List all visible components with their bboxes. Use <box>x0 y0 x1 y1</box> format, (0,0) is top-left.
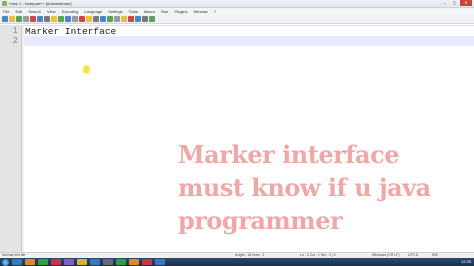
menu-item-plugins[interactable]: Plugins <box>174 8 187 15</box>
taskbar: 12:26 <box>0 258 474 266</box>
toolbar-button-icon[interactable] <box>9 16 15 22</box>
notepad-plus-plus-icon <box>2 1 7 6</box>
caption-line: Marker interface <box>178 140 399 169</box>
taskbar-app-icon[interactable] <box>103 259 113 265</box>
menu-item-search[interactable]: Search <box>28 8 41 15</box>
menu-bar: File Edit Search View Encoding Language Settin… <box>0 8 474 15</box>
mouse-cursor-highlight <box>84 66 89 73</box>
close-button[interactable]: ✕ <box>460 0 472 6</box>
taskbar-app-icon[interactable] <box>38 259 48 265</box>
menu-item-tools[interactable]: Tools <box>129 8 138 15</box>
taskbar-clock: 12:26 <box>460 259 471 264</box>
taskbar-app-icon[interactable] <box>64 259 74 265</box>
toolbar-button-icon[interactable] <box>128 16 134 22</box>
start-button[interactable] <box>2 258 9 266</box>
toolbar-button-icon[interactable] <box>16 16 22 22</box>
maximize-button[interactable]: ▢ <box>450 0 459 6</box>
fold-margin <box>22 26 24 252</box>
taskbar-app-icon[interactable] <box>116 259 126 265</box>
caption-overlay: Marker interface must know if u java pro… <box>178 138 470 237</box>
toolbar-button-icon[interactable] <box>142 16 148 22</box>
menu-item-macro[interactable]: Macro <box>144 8 155 15</box>
toolbar-button-icon[interactable] <box>93 16 99 22</box>
menu-item-edit[interactable]: Edit <box>15 8 22 15</box>
toolbar-button-icon[interactable] <box>100 16 106 22</box>
caption-line: programmer <box>178 206 343 235</box>
toolbar-button-icon[interactable] <box>72 16 78 22</box>
menu-item-help[interactable]: ? <box>214 8 216 15</box>
toolbar-button-icon[interactable] <box>23 16 29 22</box>
taskbar-app-icon[interactable] <box>90 259 100 265</box>
toolbar-button-icon[interactable] <box>58 16 64 22</box>
minimize-button[interactable]: – <box>440 0 449 6</box>
toolbar-button-icon[interactable] <box>2 16 8 22</box>
taskbar-app-icon[interactable] <box>25 259 35 265</box>
toolbar-button-icon[interactable] <box>65 16 71 22</box>
line-number: 2 <box>12 36 18 46</box>
menu-item-window[interactable]: Window <box>194 8 208 15</box>
toolbar-button-icon[interactable] <box>79 16 85 22</box>
toolbar-button-icon[interactable] <box>44 16 50 22</box>
menu-item-file[interactable]: File <box>3 8 9 15</box>
toolbar-button-icon[interactable] <box>37 16 43 22</box>
toolbar-button-icon[interactable] <box>114 16 120 22</box>
toolbar-button-icon[interactable] <box>30 16 36 22</box>
taskbar-app-icon[interactable] <box>142 259 152 265</box>
toolbar-button-icon[interactable] <box>86 16 92 22</box>
window-title: *new 1 - Notepad++ [Administrator] <box>9 1 72 6</box>
toolbar-button-icon[interactable] <box>107 16 113 22</box>
window-controls: – ▢ ✕ <box>440 0 472 7</box>
line-number: 1 <box>12 26 18 36</box>
menu-item-language[interactable]: Language <box>84 8 102 15</box>
menu-item-encoding[interactable]: Encoding <box>62 8 79 15</box>
title-bar: *new 1 - Notepad++ [Administrator] – ▢ ✕ <box>0 0 474 8</box>
taskbar-app-icon[interactable] <box>51 259 61 265</box>
taskbar-app-icon[interactable] <box>77 259 87 265</box>
menu-item-view[interactable]: View <box>47 8 56 15</box>
toolbar-button-icon[interactable] <box>149 16 155 22</box>
current-line-highlight <box>24 36 474 46</box>
menu-item-run[interactable]: Run <box>161 8 168 15</box>
taskbar-app-icon[interactable] <box>129 259 139 265</box>
code-line[interactable]: Marker Interface <box>25 26 116 37</box>
toolbar-button-icon[interactable] <box>51 16 57 22</box>
toolbar-button-icon[interactable] <box>135 16 141 22</box>
line-number-gutter: 1 2 <box>0 26 22 252</box>
taskbar-app-icon[interactable] <box>155 259 165 265</box>
menu-item-settings[interactable]: Settings <box>108 8 122 15</box>
toolbar-button-icon[interactable] <box>121 16 127 22</box>
taskbar-app-icon[interactable] <box>12 259 22 265</box>
toolbar <box>0 15 474 24</box>
caption-line: must know if u java <box>178 173 431 202</box>
